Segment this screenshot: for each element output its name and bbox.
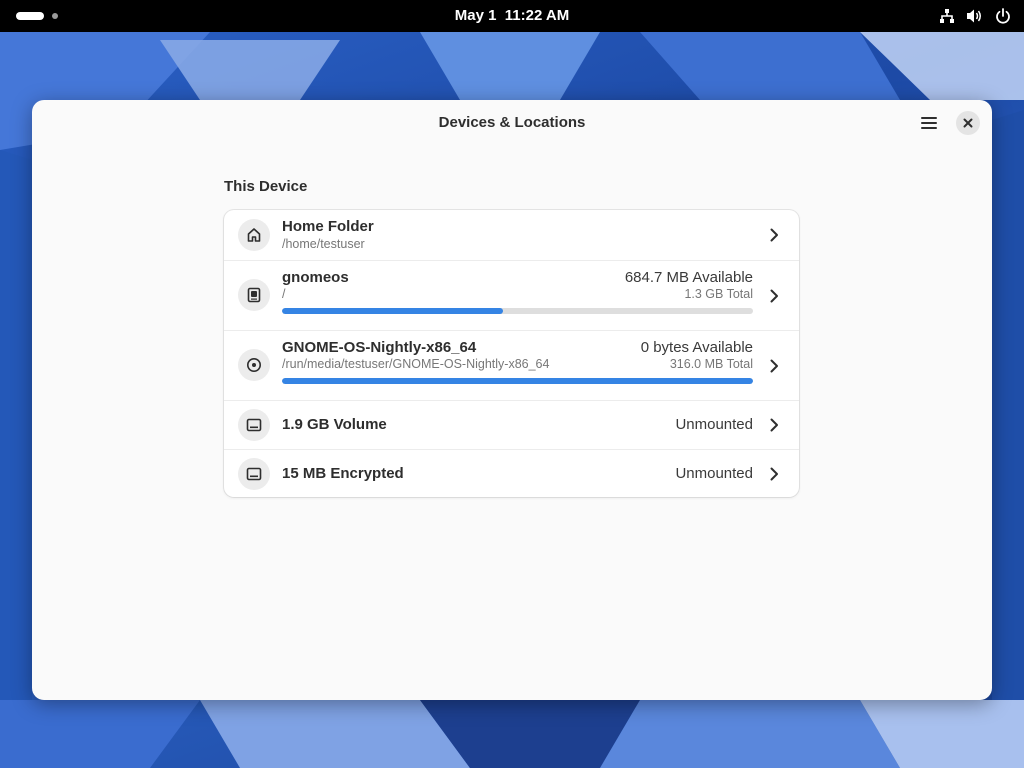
clock-time: 11:22 AM (504, 7, 570, 24)
chevron-right-icon (770, 289, 778, 303)
location-path: /home/testuser (282, 237, 365, 251)
locations-list: Home Folder /home/testuser gnomeos / 684… (224, 210, 799, 497)
location-row-volume[interactable]: 1.9 GB Volume Unmounted (224, 400, 799, 449)
location-path: /run/media/testuser/GNOME-OS-Nightly-x86… (282, 357, 550, 371)
chevron-right-icon (770, 418, 778, 432)
power-icon[interactable] (994, 7, 1012, 25)
clock-date: May 1 (454, 7, 497, 24)
optical-disc-icon (238, 349, 270, 381)
volume-drive-icon (238, 409, 270, 441)
location-title: GNOME-OS-Nightly-x86_64 (282, 339, 477, 356)
mount-status: Unmounted (675, 416, 753, 433)
available-space: 0 bytes Available (640, 339, 753, 356)
clock-button[interactable]: May 1 11:22 AM (455, 7, 570, 24)
volume-icon[interactable] (966, 7, 984, 25)
location-title: Home Folder (282, 218, 374, 235)
chevron-right-icon (770, 359, 778, 373)
location-title: 15 MB Encrypted (282, 465, 404, 482)
drive-icon (238, 279, 270, 311)
volume-drive-icon (238, 458, 270, 490)
usage-bar (282, 308, 753, 314)
location-title: 1.9 GB Volume (282, 416, 387, 433)
usage-bar (282, 378, 753, 384)
location-row-encrypted[interactable]: 15 MB Encrypted Unmounted (224, 449, 799, 497)
clock: May 1 11:22 AM (0, 0, 1024, 32)
window-title: Devices & Locations (438, 114, 586, 131)
mount-status: Unmounted (675, 465, 753, 482)
total-space: 316.0 MB Total (669, 357, 753, 371)
network-icon[interactable] (938, 7, 956, 25)
menu-button[interactable] (914, 108, 944, 138)
system-tray[interactable] (938, 0, 1012, 32)
home-icon (238, 219, 270, 251)
close-icon (963, 118, 973, 128)
section-title: This Device (224, 178, 308, 195)
devices-window: Devices & Locations This Device Home Fol… (32, 100, 992, 700)
top-bar: May 1 11:22 AM (0, 0, 1024, 32)
activities-button[interactable] (16, 12, 58, 20)
location-path: / (282, 287, 286, 301)
location-row-gnomeos[interactable]: gnomeos / 684.7 MB Available 1.3 GB Tota… (224, 260, 799, 330)
close-button[interactable] (956, 111, 980, 135)
workspace-indicator (52, 13, 58, 19)
usage-bar-fill (282, 378, 753, 384)
hamburger-icon (921, 117, 937, 129)
chevron-right-icon (770, 467, 778, 481)
available-space: 684.7 MB Available (624, 269, 753, 286)
workspace-indicator-active (16, 12, 44, 20)
chevron-right-icon (770, 228, 778, 242)
location-row-home[interactable]: Home Folder /home/testuser (224, 210, 799, 260)
total-space: 1.3 GB Total (684, 287, 753, 301)
location-title: gnomeos (282, 269, 349, 286)
header-bar: Devices & Locations (32, 100, 992, 146)
usage-bar-fill (282, 308, 504, 314)
location-row-gnome-os-nightly[interactable]: GNOME-OS-Nightly-x86_64 /run/media/testu… (224, 330, 799, 400)
